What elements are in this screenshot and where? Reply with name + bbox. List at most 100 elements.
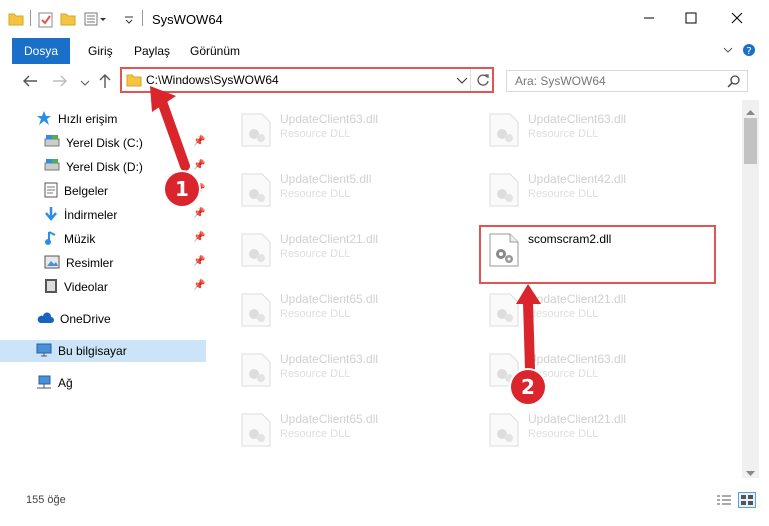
list-item[interactable]: UpdateClient63.dll Resource DLL (478, 106, 708, 162)
sidebar-item-label: Videolar (64, 280, 108, 294)
quick-access-dropdown-icon[interactable] (124, 14, 134, 28)
file-type: Resource DLL (528, 308, 599, 320)
file-type: Resource DLL (280, 368, 351, 380)
file-type: Resource DLL (528, 128, 599, 140)
list-item[interactable]: UpdateClient63.dll Resource DLL (230, 106, 460, 162)
address-path[interactable]: C:\Windows\SysWOW64 (146, 73, 279, 87)
download-icon (44, 206, 58, 225)
cloud-icon (36, 311, 54, 327)
file-type: Resource DLL (528, 428, 599, 440)
drive-icon (44, 158, 60, 176)
pin-icon[interactable]: 📌 (193, 280, 205, 291)
sidebar-item-label: İndirmeler (64, 208, 118, 222)
tab-view[interactable]: Görünüm (180, 38, 250, 64)
dll-file-icon (488, 172, 520, 211)
file-type: Resource DLL (280, 248, 351, 260)
sidebar-item-label: Yerel Disk (C:) (66, 136, 143, 150)
sidebar-item-local-disk-c[interactable]: Yerel Disk (C:) (44, 132, 206, 154)
pin-icon[interactable]: 📌 (193, 160, 205, 171)
dll-file-icon (240, 412, 272, 451)
large-icons-view-icon[interactable] (738, 492, 756, 508)
customize-icon[interactable] (84, 12, 106, 29)
file-name: UpdateClient65.dll (280, 412, 379, 426)
tab-home[interactable]: Giriş (78, 38, 123, 64)
search-input[interactable]: Ara: SysWOW64 (515, 74, 606, 88)
file-name: UpdateClient63.dll (528, 112, 627, 126)
scroll-down-icon[interactable] (746, 466, 755, 480)
address-dropdown-icon[interactable] (456, 75, 468, 89)
details-view-icon[interactable] (716, 494, 732, 511)
list-item[interactable]: UpdateClient65.dll Resource DLL (230, 406, 460, 462)
file-name: UpdateClient21.dll (528, 412, 627, 426)
sidebar-item-label: OneDrive (60, 312, 111, 326)
maximize-icon (685, 12, 697, 27)
file-type: Resource DLL (528, 188, 599, 200)
separator (142, 10, 143, 26)
sidebar-item-this-pc[interactable]: Bu bilgisayar (0, 340, 206, 362)
dll-file-icon (488, 412, 520, 451)
pin-icon[interactable]: 📌 (193, 136, 205, 147)
sidebar-item-downloads[interactable]: İndirmeler (44, 204, 206, 226)
list-item[interactable]: UpdateClient63.dll Resource DLL (230, 346, 460, 402)
close-button[interactable] (714, 0, 760, 38)
pictures-icon (44, 255, 60, 272)
sidebar-item-music[interactable]: Müzik (44, 228, 206, 250)
file-type: Resource DLL (280, 188, 351, 200)
dll-file-icon (240, 352, 272, 391)
sidebar-item-onedrive[interactable]: OneDrive (36, 308, 206, 330)
dll-file-icon (488, 292, 520, 331)
list-item[interactable]: UpdateClient21.dll Resource DLL (478, 286, 708, 342)
sidebar-item-label: Belgeler (64, 184, 109, 198)
properties-icon[interactable] (38, 12, 54, 31)
search-icon[interactable] (727, 74, 741, 91)
search-box[interactable]: Ara: SysWOW64 (506, 70, 748, 92)
sidebar-item-videos[interactable]: Videolar (44, 276, 206, 298)
refresh-icon[interactable] (476, 73, 490, 90)
computer-icon (36, 343, 52, 360)
pin-icon[interactable]: 📌 (193, 256, 205, 267)
sidebar-item-quick-access[interactable]: Hızlı erişim (36, 108, 206, 130)
list-item[interactable]: UpdateClient65.dll Resource DLL (230, 286, 460, 342)
item-count: 155 öğe (26, 494, 66, 506)
sidebar-item-pictures[interactable]: Resimler (44, 252, 206, 274)
sidebar-item-network[interactable]: Ağ (36, 372, 206, 394)
new-folder-icon[interactable] (60, 12, 76, 29)
minimize-icon (643, 12, 655, 27)
separator (470, 69, 471, 91)
file-type: Resource DLL (280, 128, 351, 140)
pin-icon[interactable]: 📌 (193, 208, 205, 219)
minimize-button[interactable] (626, 0, 672, 38)
tab-share[interactable]: Paylaş (124, 38, 180, 64)
step-badge-2: 2 (511, 370, 545, 404)
help-icon[interactable]: ? (742, 43, 756, 60)
pin-icon[interactable]: 📌 (193, 232, 205, 243)
close-icon (731, 12, 743, 27)
expand-ribbon-icon[interactable] (722, 44, 734, 59)
documents-icon (44, 182, 58, 201)
list-item[interactable]: UpdateClient21.dll Resource DLL (478, 406, 708, 462)
status-bar: 155 öğe (0, 488, 769, 514)
file-name: UpdateClient21.dll (280, 232, 379, 246)
address-bar[interactable]: C:\Windows\SysWOW64 (120, 67, 494, 93)
maximize-button[interactable] (668, 0, 714, 38)
dll-file-icon (240, 292, 272, 331)
sidebar-item-label: Ağ (58, 376, 73, 390)
list-item[interactable]: UpdateClient21.dll Resource DLL (230, 226, 460, 282)
forward-icon[interactable] (52, 74, 68, 91)
list-item[interactable]: UpdateClient5.dll Resource DLL (230, 166, 460, 222)
ribbon: Dosya Giriş Paylaş Görünüm ? (0, 38, 769, 94)
back-icon[interactable] (22, 74, 38, 91)
star-icon (36, 110, 52, 129)
up-icon[interactable] (98, 73, 112, 92)
scrollbar-thumb[interactable] (744, 118, 757, 164)
sidebar-item-label: Müzik (64, 232, 96, 246)
list-item[interactable]: UpdateClient42.dll Resource DLL (478, 166, 708, 222)
dll-file-icon (488, 112, 520, 151)
navigation-pane: Hızlı erişim Yerel Disk (C:) Yerel Disk … (0, 100, 210, 478)
separator (30, 10, 31, 26)
scroll-up-icon[interactable] (746, 104, 755, 118)
file-name: UpdateClient5.dll (280, 172, 372, 186)
recent-locations-icon[interactable] (80, 77, 90, 91)
window-title: SysWOW64 (152, 12, 223, 27)
sidebar-item-label: Bu bilgisayar (58, 344, 127, 358)
